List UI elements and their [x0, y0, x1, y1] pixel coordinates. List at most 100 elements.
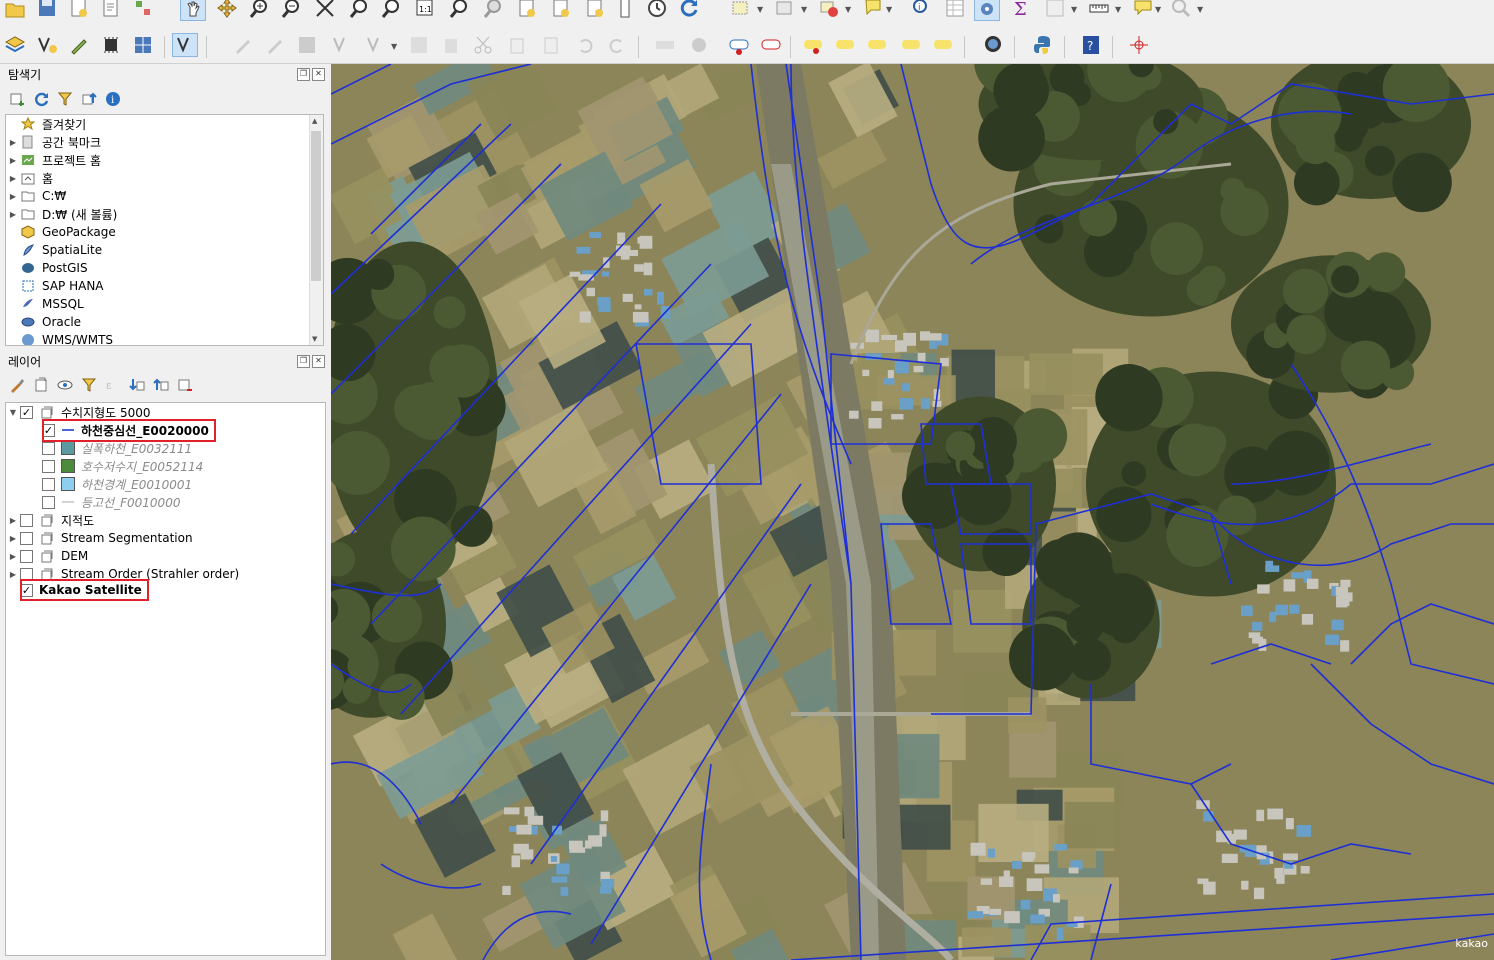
- gps-icon[interactable]: [98, 33, 124, 57]
- expand-arrow-icon[interactable]: ▶: [6, 570, 20, 579]
- browser-item[interactable]: SpatiaLite: [6, 241, 102, 259]
- refresh-icon[interactable]: [676, 0, 702, 20]
- filter-icon[interactable]: [56, 90, 74, 108]
- coordinate-capture-icon[interactable]: [1126, 33, 1152, 57]
- expand-arrow-icon[interactable]: ▶: [6, 516, 20, 525]
- undo-icon[interactable]: [572, 33, 598, 57]
- select-by-value-icon[interactable]: [772, 0, 798, 20]
- measure-line-icon[interactable]: [1086, 0, 1112, 20]
- expand-arrow-icon[interactable]: ▶: [6, 210, 20, 219]
- chevron-down-icon[interactable]: ▼: [1197, 5, 1203, 14]
- georeferencer-icon[interactable]: [130, 33, 156, 57]
- browser-item[interactable]: ▶ D:₩ (새 볼륨): [6, 205, 117, 223]
- chevron-down-icon[interactable]: ▼: [391, 42, 397, 51]
- browser-item[interactable]: SAP HANA: [6, 277, 104, 295]
- clock-icon[interactable]: [644, 0, 670, 20]
- chevron-down-icon[interactable]: ▼: [886, 5, 892, 14]
- deselect-all-icon[interactable]: [816, 0, 842, 20]
- close-icon[interactable]: ✕: [312, 68, 325, 81]
- refresh-icon[interactable]: [32, 90, 50, 108]
- temporal-controller-icon[interactable]: [582, 0, 608, 20]
- scroll-up-icon[interactable]: ▲: [312, 117, 317, 125]
- layout-manager-icon[interactable]: [98, 0, 124, 20]
- pan-to-selection-icon[interactable]: [214, 0, 240, 20]
- new-map-view-icon[interactable]: [514, 0, 540, 20]
- zoom-native-icon[interactable]: 1:1: [412, 0, 438, 20]
- move-label-icon[interactable]: [898, 33, 924, 57]
- layer-group-row[interactable]: ▶ 지적도: [6, 511, 94, 529]
- cut-features-icon[interactable]: [470, 33, 496, 57]
- open-project-icon[interactable]: [2, 0, 28, 20]
- layer-group-row[interactable]: ▶ DEM: [6, 547, 88, 565]
- highlight-pinned-labels-icon[interactable]: [800, 33, 826, 57]
- identify-icon[interactable]: i: [908, 0, 934, 20]
- vertex-tool-icon[interactable]: [172, 33, 198, 57]
- help-icon[interactable]: ?: [1078, 33, 1104, 57]
- scroll-down-icon[interactable]: ▼: [312, 335, 317, 343]
- chevron-down-icon[interactable]: ▼: [801, 5, 807, 14]
- zoom-out-icon[interactable]: [278, 0, 304, 20]
- new-print-layout-icon[interactable]: [66, 0, 92, 20]
- expand-arrow-icon[interactable]: ▶: [6, 192, 20, 201]
- attribute-table-icon[interactable]: [942, 0, 968, 20]
- map-canvas[interactable]: kakao: [331, 64, 1494, 960]
- add-selected-layers-icon[interactable]: [8, 90, 26, 108]
- expand-arrow-icon[interactable]: ▶: [6, 156, 20, 165]
- browser-item[interactable]: ▶ 프로젝트 홈: [6, 151, 101, 169]
- layer-visibility-checkbox[interactable]: [20, 549, 33, 563]
- map-tips-icon[interactable]: [612, 0, 638, 20]
- select-features-icon[interactable]: [728, 0, 754, 20]
- browser-item[interactable]: GeoPackage: [6, 223, 116, 241]
- info-icon[interactable]: i: [104, 90, 122, 108]
- label-options-icon[interactable]: [652, 33, 678, 57]
- layer-visibility-checkbox[interactable]: [20, 531, 33, 545]
- save-project-icon[interactable]: [34, 0, 60, 20]
- toggle-editing-icon[interactable]: [262, 33, 288, 57]
- delete-selected-icon[interactable]: [438, 33, 464, 57]
- digitize-icon[interactable]: [66, 33, 92, 57]
- expand-arrow-icon[interactable]: ▶: [6, 534, 20, 543]
- layer-row[interactable]: 등고선_F0010000: [42, 493, 180, 511]
- zoom-full-icon[interactable]: [312, 0, 338, 20]
- browser-scrollbar[interactable]: ▲ ▼: [309, 115, 323, 345]
- chevron-down-icon[interactable]: ▼: [757, 5, 763, 14]
- collapse-all-icon[interactable]: [80, 90, 98, 108]
- layer-visibility-checkbox[interactable]: [42, 495, 55, 509]
- chevron-down-icon[interactable]: ▼: [1115, 5, 1121, 14]
- expand-all-icon[interactable]: [128, 376, 146, 394]
- copy-features-icon[interactable]: [504, 33, 530, 57]
- add-group-icon[interactable]: [32, 376, 50, 394]
- chevron-down-icon[interactable]: ▼: [845, 5, 851, 14]
- layer-visibility-checkbox[interactable]: [42, 477, 55, 491]
- expand-arrow-icon[interactable]: ▶: [6, 552, 20, 561]
- expand-arrow-icon[interactable]: ▶: [6, 138, 20, 147]
- zoom-selection-icon[interactable]: [346, 0, 372, 20]
- zoom-next-icon[interactable]: [480, 0, 506, 20]
- chevron-down-icon[interactable]: ▼: [1155, 5, 1161, 14]
- pin-labels-icon[interactable]: [832, 33, 858, 57]
- expand-arrow-icon[interactable]: ▶: [6, 174, 20, 183]
- browser-item[interactable]: PostGIS: [6, 259, 88, 277]
- layer-row[interactable]: 하천경계_E0010001: [42, 475, 192, 493]
- pan-map-icon[interactable]: [180, 0, 206, 21]
- map-tips-bubble-icon[interactable]: [1130, 0, 1156, 20]
- browser-item[interactable]: 즐겨찾기: [6, 115, 86, 133]
- save-edits-icon[interactable]: [294, 33, 320, 57]
- processing-toolbox-icon[interactable]: [974, 0, 1000, 21]
- zoom-layer-icon[interactable]: [378, 0, 404, 20]
- close-icon[interactable]: ✕: [312, 355, 325, 368]
- current-edits-icon[interactable]: [230, 33, 256, 57]
- redo-icon[interactable]: [604, 33, 630, 57]
- paste-features-icon[interactable]: [538, 33, 564, 57]
- identify-features-icon[interactable]: [860, 0, 886, 20]
- show-hide-labels-icon[interactable]: [864, 33, 890, 57]
- collapse-all-icon[interactable]: [152, 376, 170, 394]
- layer-visibility-checkbox[interactable]: ✓: [20, 405, 33, 419]
- remove-layer-icon[interactable]: [176, 376, 194, 394]
- layers-tree[interactable]: ▼ ✓ 수치지형도 5000 ✓ 하천중심선_E0020000 실폭하천_E0032111…: [5, 402, 326, 956]
- diagram-options-icon[interactable]: [686, 33, 712, 57]
- expand-arrow-icon[interactable]: ▼: [6, 408, 20, 417]
- zoom-in-icon[interactable]: [246, 0, 272, 20]
- scroll-thumb[interactable]: [311, 131, 321, 281]
- browser-tree[interactable]: ▲ ▼ 즐겨찾기 ▶ 공간 북마크 ▶ 프로젝트 홈 ▶ 홈 ▶ C:₩ ▶ D:₩ (새 볼륨) G…: [5, 114, 324, 346]
